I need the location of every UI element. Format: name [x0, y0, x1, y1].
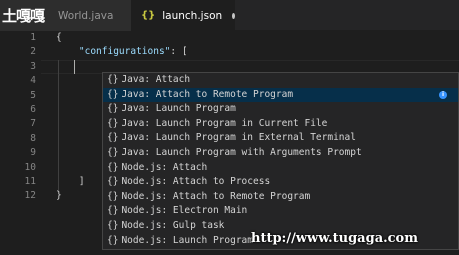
suggestion-item[interactable]: {} Node.js: Attach	[103, 161, 458, 176]
suggestion-label: Java: Launch Program	[121, 103, 236, 115]
snippet-braces-icon: {}	[107, 132, 119, 144]
line-number: 7	[30, 118, 36, 130]
suggestion-item[interactable]: {} Node.js: Electron Main	[103, 204, 458, 219]
watermark-url: http://www.tugaga.com	[251, 231, 418, 246]
watermark-logo: 土嘎嘎	[2, 7, 45, 25]
line-number: 10	[24, 161, 36, 173]
snippet-braces-icon: {}	[107, 74, 119, 85]
snippet-braces-icon: {}	[107, 88, 119, 100]
snippet-braces-icon: {}	[107, 176, 119, 188]
suggestion-label: Node.js: Attach	[121, 161, 208, 173]
suggestion-label: Java: Launch Program in External Termina…	[121, 132, 356, 144]
snippet-braces-icon: {}	[107, 161, 119, 173]
suggestion-label: Node.js: Launch Program	[121, 234, 254, 246]
suggestion-label: Java: Attach	[121, 74, 191, 85]
line-number: 2	[30, 46, 36, 58]
json-key: "configurations"	[78, 46, 171, 58]
tab-bar: World.java {} launch.json	[0, 0, 459, 31]
tab-launch-json[interactable]: {} launch.json	[131, 0, 235, 31]
suggestion-label: Node.js: Electron Main	[121, 205, 248, 217]
unsaved-dot-icon[interactable]	[232, 12, 235, 19]
suggestion-item[interactable]: {} Node.js: Attach to Remote Program	[103, 190, 458, 205]
tab-label: launch.json	[162, 9, 223, 22]
snippet-braces-icon: {}	[107, 190, 119, 202]
code-line: "configurations": [	[56, 45, 459, 59]
suggestion-item[interactable]: {} Java: Launch Program	[103, 102, 458, 117]
info-icon[interactable]: i	[439, 90, 447, 99]
suggestion-item[interactable]: {} Java: Launch Program with Arguments Pr…	[103, 146, 458, 161]
line-number-gutter: 1 2 3 4 5 6 7 8 9 10 11 12	[0, 31, 40, 204]
code-punctuation: : [	[170, 46, 188, 58]
line-number: 8	[30, 132, 36, 144]
line-number: 4	[30, 75, 36, 87]
suggestion-item[interactable]: {} Java: Launch Program in External Termi…	[103, 131, 458, 146]
line-number: 5	[30, 89, 36, 101]
text-cursor	[74, 60, 75, 74]
json-file-icon: {}	[141, 10, 156, 21]
snippet-braces-icon: {}	[107, 234, 119, 246]
snippet-braces-icon: {}	[107, 205, 119, 217]
line-number: 3	[30, 60, 36, 72]
snippet-braces-icon: {}	[107, 117, 119, 129]
code-line: {	[56, 32, 62, 43]
line-number: 1	[30, 32, 36, 43]
snippet-braces-icon: {}	[107, 219, 119, 231]
snippet-braces-icon: {}	[107, 146, 119, 158]
suggestion-label: Java: Launch Program in Current File	[121, 117, 328, 129]
suggestion-label: Node.js: Attach to Process	[121, 176, 271, 188]
line-number: 12	[24, 190, 36, 202]
line-number: 6	[30, 103, 36, 115]
snippet-braces-icon: {}	[107, 103, 119, 115]
suggestion-item[interactable]: {} Node.js: Attach to Process	[103, 175, 458, 190]
suggestion-widget[interactable]: {} Java: Attach{} Java: Attach to Remote P…	[102, 72, 459, 250]
suggestion-label: Node.js: Gulp task	[121, 219, 225, 231]
tab-label: World.java	[58, 9, 114, 22]
line-number: 11	[24, 175, 36, 187]
suggestion-item[interactable]: {} Java: Launch Program in Current File	[103, 117, 458, 132]
suggestion-label: Node.js: Attach to Remote Program	[121, 190, 311, 202]
suggestion-label: Java: Attach to Remote Program	[121, 88, 294, 100]
line-number: 9	[30, 147, 36, 159]
suggestion-label: Java: Launch Program with Arguments Prom…	[121, 146, 362, 158]
suggestion-item[interactable]: {} Java: Attach to Remote Program i	[103, 87, 458, 103]
suggestion-item[interactable]: {} Java: Attach	[103, 73, 458, 88]
